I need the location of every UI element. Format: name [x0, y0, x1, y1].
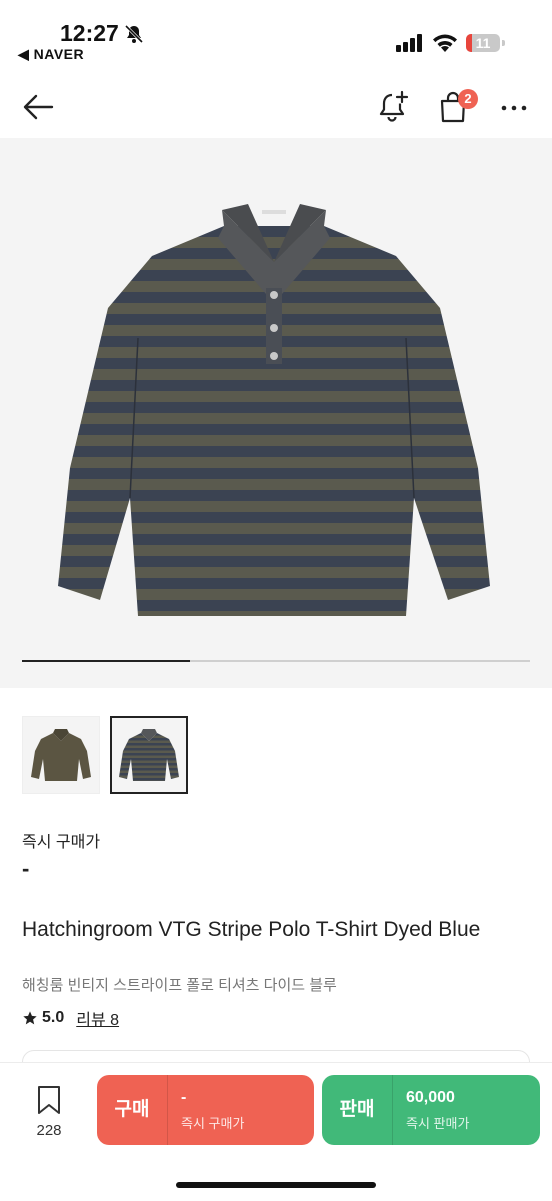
wifi-icon — [433, 34, 457, 52]
instant-buy-price-label: 즉시 구매가 — [22, 834, 101, 851]
battery-level: 11 — [475, 35, 491, 51]
rating-score: 5.0 — [42, 1009, 65, 1026]
cart-count-badge: 2 — [458, 89, 478, 109]
carousel-progress — [22, 660, 530, 662]
buy-button-label: 구매 — [114, 1099, 150, 1120]
instant-buy-price-value: - — [22, 856, 30, 881]
back-to-app-link[interactable]: ◀ NAVER — [18, 46, 84, 63]
product-title: Hatchingroom VTG Stripe Polo T-Shirt Dye… — [22, 918, 481, 941]
thumbnail-stripe[interactable] — [110, 716, 188, 794]
sell-price-label: 즉시 판매가 — [406, 1116, 470, 1131]
status-time: 12:27 — [60, 20, 119, 46]
product-image-carousel[interactable] — [0, 138, 552, 688]
sell-price: 60,000 — [406, 1089, 455, 1106]
status-bar: 12:27 ◀ NAVER 11 — [0, 0, 552, 72]
more-icon[interactable] — [500, 94, 528, 122]
wishlist-button[interactable]: 228 — [22, 1085, 76, 1139]
carousel-progress-fill — [22, 660, 190, 662]
olive-polo-thumbnail-image — [31, 729, 91, 781]
stripe-polo-thumbnail-image — [119, 729, 179, 781]
battery-indicator: 11 — [466, 34, 500, 52]
star-icon — [23, 1011, 37, 1025]
bottom-action-bar: 228 구매 - 즉시 구매가 판매 60,000 즉시 판매가 — [0, 1062, 552, 1201]
buy-button[interactable]: 구매 - 즉시 구매가 — [97, 1075, 314, 1145]
buy-price: - — [181, 1089, 187, 1106]
bell-off-icon — [124, 24, 144, 44]
arrow-left-icon[interactable] — [22, 92, 54, 122]
sell-button[interactable]: 판매 60,000 즉시 판매가 — [322, 1075, 540, 1145]
review-link[interactable]: 리뷰 8 — [76, 1006, 119, 1030]
wishlist-count: 228 — [36, 1122, 62, 1139]
top-nav: 2 — [0, 80, 552, 136]
bell-plus-icon[interactable] — [378, 90, 410, 124]
stripe-polo-image — [58, 204, 490, 616]
product-subtitle: 해칭룸 빈티지 스트라이프 폴로 티셔츠 다이드 블루 — [22, 977, 337, 994]
buy-price-label: 즉시 구매가 — [181, 1116, 245, 1131]
sell-button-label: 판매 — [339, 1099, 375, 1120]
thumbnail-olive[interactable] — [22, 716, 100, 794]
signal-icon — [396, 34, 422, 52]
rating-row: 5.0 리뷰 8 — [22, 1006, 119, 1030]
bookmark-icon — [38, 1086, 60, 1114]
home-indicator[interactable] — [176, 1182, 376, 1188]
